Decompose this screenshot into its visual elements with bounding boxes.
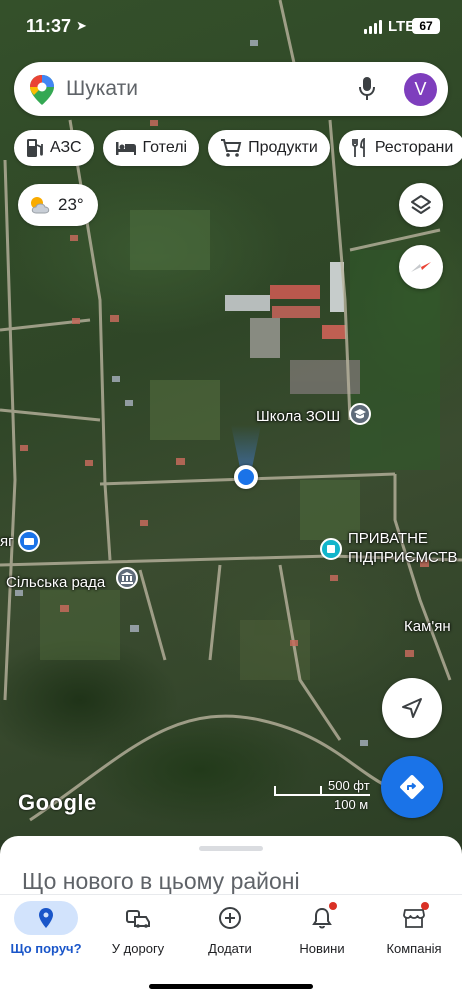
tab-explore[interactable]: Що поруч? — [0, 901, 92, 961]
location-arrow-icon: ➤ — [76, 18, 87, 33]
bed-icon — [115, 142, 136, 155]
tab-label: Компанія — [386, 941, 442, 956]
tab-go[interactable]: У дорогу — [92, 901, 184, 961]
sheet-headline: Що нового в цьому районі — [22, 868, 300, 894]
tab-business[interactable]: Компанія — [368, 901, 460, 961]
avatar[interactable]: V — [404, 73, 437, 106]
school-complex — [225, 262, 360, 394]
chip-label: Готелі — [142, 139, 188, 156]
location-pin-icon — [39, 908, 53, 928]
directions-button[interactable] — [381, 756, 443, 818]
cell-signal-icon — [364, 20, 382, 34]
notification-badge — [421, 902, 429, 910]
chip-groceries[interactable]: Продукти — [208, 130, 330, 166]
sheet-drag-handle[interactable] — [199, 846, 263, 851]
search-bar[interactable]: V — [14, 62, 448, 116]
tab-label: Додати — [208, 941, 252, 956]
my-location-button[interactable] — [382, 678, 442, 738]
status-bar: 11:37 ➤ LTE 67 — [0, 0, 462, 56]
enterprise-pin-icon[interactable] — [320, 538, 342, 560]
gas-station-icon — [27, 139, 43, 157]
kamyan-label[interactable]: Кам'ян — [404, 618, 451, 635]
clock: 11:37 — [26, 16, 72, 36]
government-building-pin-icon[interactable] — [116, 567, 138, 589]
edge-label: яг — [0, 533, 14, 550]
compass-button[interactable] — [399, 245, 443, 289]
tab-label: У дорогу — [111, 941, 165, 956]
chip-label: АЗС — [50, 139, 82, 156]
commute-icon — [126, 910, 150, 928]
compass-icon — [411, 262, 431, 272]
google-logo: Google — [18, 790, 97, 815]
map-view[interactable]: 11:37 ➤ LTE 67 V АЗС — [0, 0, 462, 840]
add-circle-icon — [219, 907, 241, 929]
notification-badge — [329, 902, 337, 910]
tab-label: Новини — [299, 941, 345, 956]
school-pin-icon[interactable] — [349, 403, 371, 425]
google-maps-pin-icon — [30, 75, 54, 105]
current-location-dot — [234, 465, 258, 489]
navigation-arrow-icon — [402, 698, 422, 718]
chip-label: Продукти — [248, 139, 318, 156]
map-scale: 500 фт 100 м — [272, 778, 372, 814]
chip-hotels[interactable]: Готелі — [102, 130, 200, 166]
home-indicator[interactable] — [149, 984, 313, 989]
post-office-pin-icon[interactable] — [18, 530, 40, 552]
microphone-icon[interactable] — [358, 76, 376, 102]
village-council-label[interactable]: Сільська рада — [6, 574, 105, 591]
chip-label: Ресторани — [374, 139, 454, 156]
layers-icon — [411, 195, 431, 214]
scale-imperial: 500 фт — [328, 778, 370, 793]
scale-metric: 100 м — [334, 797, 369, 812]
weather-widget[interactable]: 23° — [18, 184, 98, 226]
cart-icon — [221, 139, 242, 157]
enterprise-label-line2[interactable]: ПІДПРИЄМСТВ — [348, 549, 457, 566]
directions-icon — [400, 775, 424, 799]
chip-gas-stations[interactable]: АЗС — [14, 130, 94, 166]
school-label[interactable]: Школа ЗОШ — [256, 408, 340, 425]
battery-indicator: 67 — [412, 18, 440, 34]
category-chips: АЗС Готелі Продукти Ресторани — [14, 130, 462, 166]
layers-button[interactable] — [399, 183, 443, 227]
tab-updates[interactable]: Новини — [276, 901, 368, 961]
search-input[interactable] — [66, 74, 346, 104]
chip-restaurants[interactable]: Ресторани — [338, 130, 462, 166]
fork-knife-icon — [351, 138, 365, 157]
enterprise-label-line1[interactable]: ПРИВАТНЕ — [348, 530, 428, 547]
tab-label: Що поруч? — [10, 941, 82, 956]
partly-cloudy-icon — [31, 197, 50, 214]
temperature: 23° — [58, 195, 84, 214]
tab-contribute[interactable]: Додати — [184, 901, 276, 961]
